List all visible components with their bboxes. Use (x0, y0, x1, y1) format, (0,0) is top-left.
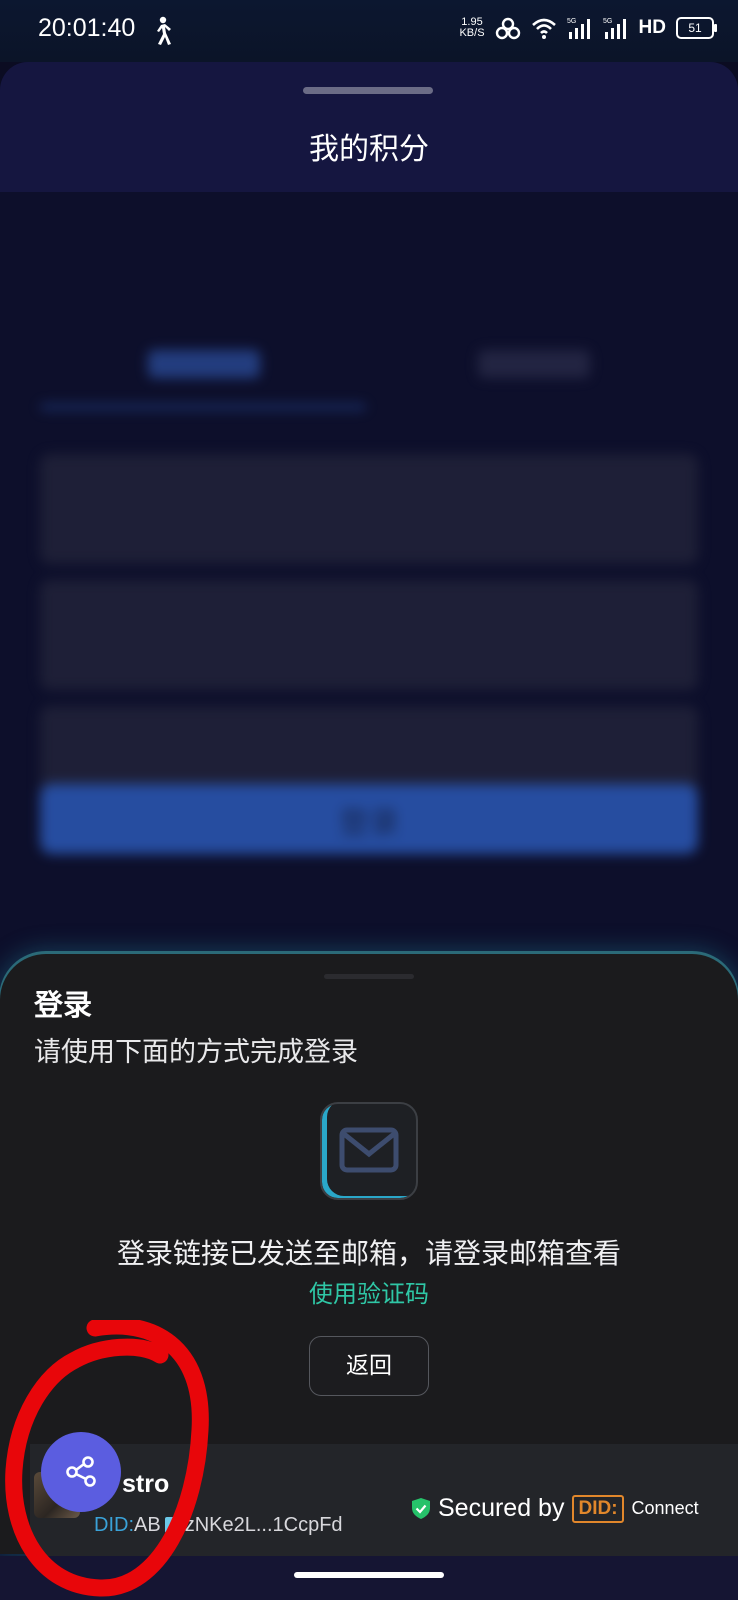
did-type-icon (164, 1517, 181, 1533)
card-drag-handle[interactable] (324, 974, 414, 979)
blurred-tab-underline (40, 404, 366, 410)
blurred-field (40, 454, 698, 564)
status-icons: 1.95 KB/S 5G 5G HD 51 (459, 16, 717, 40)
svg-text:5G: 5G (567, 18, 576, 25)
did-logo: DID: (572, 1494, 624, 1523)
email-sent-message: 登录链接已发送至邮箱，请登录邮箱查看 (116, 1237, 621, 1270)
secured-by-text: Secured by (438, 1494, 565, 1522)
did-prefix: DID: (94, 1514, 134, 1536)
page-title: 我的积分 (309, 132, 429, 167)
share-button[interactable] (41, 1432, 121, 1512)
sheet-drag-handle[interactable] (303, 87, 433, 94)
blurred-login-label: 登录 (339, 806, 399, 841)
shield-check-icon (412, 1498, 430, 1519)
app-name: stro (122, 1470, 170, 1498)
sheet-header: 我的积分 (0, 62, 738, 192)
net-speed: 1.95 KB/S (459, 17, 484, 39)
network-label: HD (638, 17, 666, 38)
status-bar: 20:01:40 1.95 KB/S 5G 5G HD 51 (0, 0, 738, 62)
login-subtitle: 请使用下面的方式完成登录 (34, 1037, 358, 1068)
connect-text: Connect (631, 1498, 699, 1518)
svg-text:5G: 5G (603, 18, 612, 25)
blurred-field (40, 580, 698, 690)
blurred-login-button: 登录 (40, 784, 698, 854)
secured-by-badge: Secured by DID: Connect (412, 1494, 699, 1523)
did-short: AB (134, 1514, 161, 1536)
walk-icon (157, 16, 171, 45)
wifi-icon (531, 18, 556, 39)
blurred-tab-active (148, 350, 260, 378)
navigation-bar (0, 1556, 738, 1600)
blurred-background-page: 登录 (0, 192, 738, 1022)
mail-icon (339, 1127, 399, 1173)
did-connect-footer: stro DID:AB zNKe2L...1CcpFd Secured by DI… (30, 1444, 738, 1556)
home-indicator[interactable] (294, 1572, 444, 1578)
back-button[interactable]: 返回 (309, 1336, 429, 1396)
login-title: 登录 (34, 988, 93, 1022)
battery-indicator: 51 (676, 17, 717, 39)
did-value: zNKe2L...1CcpFd (184, 1514, 343, 1536)
hotspot-icon (495, 17, 520, 40)
did-address: DID:AB zNKe2L...1CcpFd (94, 1514, 343, 1537)
use-code-link[interactable]: 使用验证码 (0, 1274, 738, 1309)
share-icon (66, 1456, 96, 1487)
blurred-tab (478, 350, 590, 378)
signal-5g-icon: 5G (567, 18, 590, 39)
net-speed-unit: KB/S (459, 27, 485, 39)
mail-icon-box (320, 1102, 418, 1200)
status-time: 20:01:40 (38, 14, 136, 42)
signal-5g-icon: 5G (603, 18, 626, 39)
